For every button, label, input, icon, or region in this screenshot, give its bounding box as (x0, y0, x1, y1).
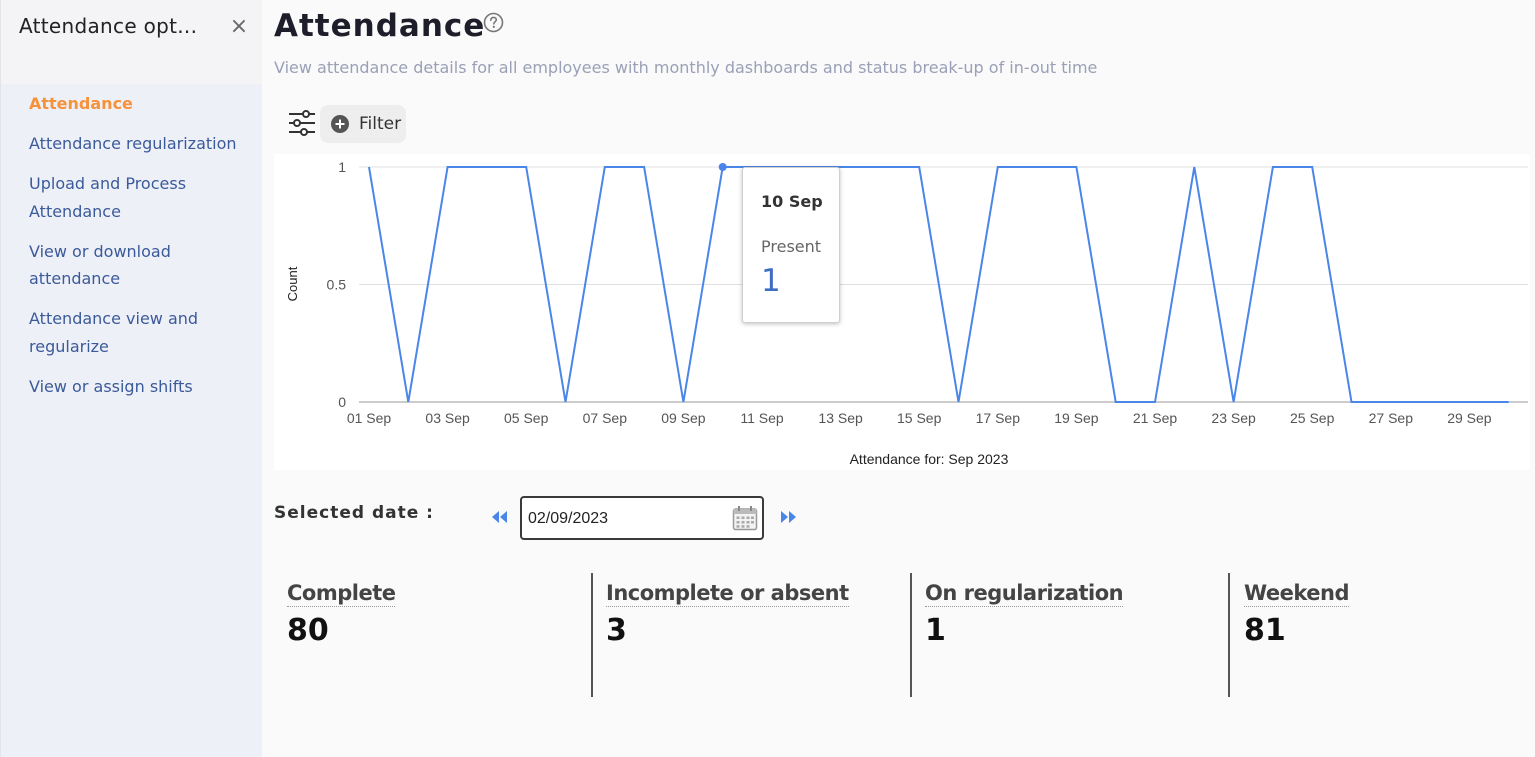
filter-button[interactable]: Filter (320, 105, 406, 143)
y-tick-label: 0 (338, 394, 346, 410)
sliders-icon[interactable] (288, 110, 316, 136)
y-tick-label: 1 (338, 159, 346, 175)
stat-value: 3 (606, 613, 627, 648)
tooltip-date: 10 Sep (761, 192, 823, 211)
stat-label: Incomplete or absent (606, 581, 849, 607)
sidebar-item-view-regularize[interactable]: Attendance view and regularize (29, 305, 255, 360)
chart-tooltip: 10 Sep Present 1 (742, 167, 840, 323)
date-input-value: 02/09/2023 (528, 510, 609, 527)
stat-divider (591, 573, 593, 697)
stat-incomplete: Incomplete or absent 3 (606, 573, 906, 697)
attendance-chart: 0 0.5 1 01 Sep 03 Sep 05 Sep 07 Sep 09 Sep 11 Se… (274, 154, 1530, 470)
plus-circle-icon (331, 115, 349, 133)
stat-value: 81 (1244, 613, 1286, 648)
x-tick-label: 15 Sep (897, 410, 942, 426)
stat-value: 1 (925, 613, 946, 648)
sidebar-header: Attendance opt... × (1, 0, 262, 84)
x-tick-label: 25 Sep (1290, 410, 1335, 426)
highlighted-point (718, 163, 727, 171)
x-tick-label: 05 Sep (504, 410, 549, 426)
y-axis-label: Count (285, 266, 300, 301)
x-tick-label: 13 Sep (818, 410, 863, 426)
sidebar-item-assign-shifts[interactable]: View or assign shifts (29, 373, 255, 401)
stat-value: 80 (287, 613, 329, 648)
double-chevron-right-icon[interactable] (779, 510, 797, 524)
x-tick-label: 03 Sep (425, 410, 470, 426)
chart-svg: 0 0.5 1 01 Sep 03 Sep 05 Sep 07 Sep 09 Sep 11 Se… (285, 159, 1528, 467)
date-input[interactable]: 02/09/2023 (520, 496, 764, 540)
x-tick-label: 07 Sep (583, 410, 628, 426)
tooltip-value: 1 (761, 263, 781, 299)
x-tick-label: 09 Sep (661, 410, 706, 426)
stat-divider (910, 573, 912, 697)
double-chevron-left-icon[interactable] (491, 510, 509, 524)
x-tick-label: 29 Sep (1447, 410, 1492, 426)
page-subtitle: View attendance details for all employee… (274, 58, 1098, 77)
sidebar: Attendance opt... × Attendance Attendanc… (0, 0, 262, 757)
sidebar-item-upload-process[interactable]: Upload and Process Attendance (29, 170, 255, 225)
stat-divider (1228, 573, 1230, 697)
question-circle-icon[interactable] (483, 12, 504, 33)
sidebar-item-attendance[interactable]: Attendance (29, 90, 255, 118)
x-tick-label: 17 Sep (976, 410, 1021, 426)
stat-complete: Complete 80 (287, 573, 587, 697)
y-tick-label: 0.5 (327, 277, 347, 293)
x-axis-label: Attendance for: Sep 2023 (850, 451, 1009, 467)
stat-weekend: Weekend 81 (1244, 573, 1535, 697)
sidebar-title: Attendance opt... (19, 14, 198, 38)
x-tick-label: 11 Sep (740, 410, 784, 426)
stat-label: Complete (287, 581, 396, 607)
x-tick-label: 23 Sep (1211, 410, 1256, 426)
stat-label: Weekend (1244, 581, 1350, 607)
close-icon[interactable]: × (228, 14, 250, 40)
x-tick-label: 27 Sep (1369, 410, 1414, 426)
x-tick-label: 21 Sep (1133, 410, 1178, 426)
x-tick-label: 01 Sep (347, 410, 392, 426)
sidebar-nav: Attendance Attendance regularization Upl… (29, 90, 255, 413)
sidebar-item-view-download[interactable]: View or download attendance (29, 238, 255, 293)
page-title: Attendance (274, 8, 486, 44)
stat-label: On regularization (925, 581, 1124, 607)
x-tick-label: 19 Sep (1054, 410, 1099, 426)
filter-label: Filter (359, 114, 402, 134)
tooltip-series: Present (761, 237, 822, 256)
selected-date-label: Selected date : (274, 503, 434, 523)
sidebar-item-attendance-regularization[interactable]: Attendance regularization (29, 130, 255, 158)
stat-on-regularization: On regularization 1 (925, 573, 1225, 697)
calendar-icon[interactable] (732, 505, 758, 531)
